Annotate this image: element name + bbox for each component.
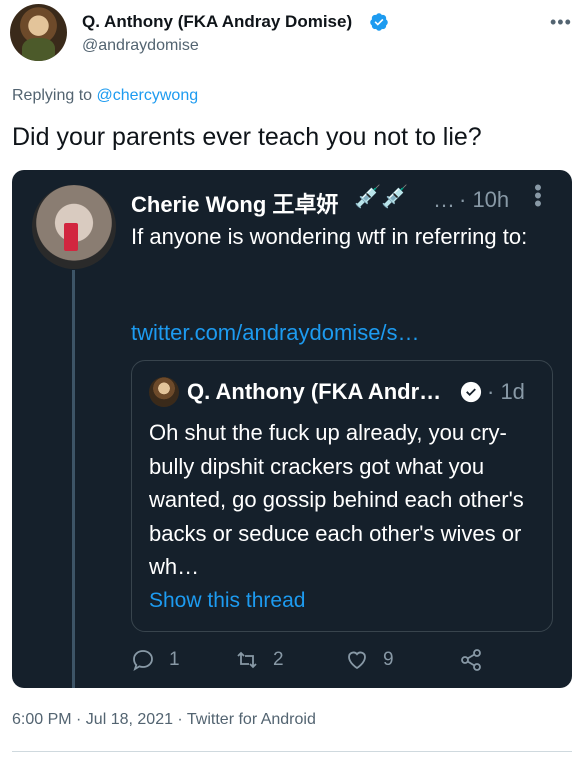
screenshot-author-name: Cherie Wong 王卓妍 (131, 192, 339, 217)
screenshot-more-icon: • • • (534, 175, 542, 216)
quoted-tweet: Q. Anthony (FKA Andr… · 1d Oh shut the f… (131, 360, 553, 632)
more-options-icon[interactable]: ••• (550, 12, 572, 33)
screenshot-timestamp: · 10h (459, 187, 510, 212)
screenshot-like: 9 (345, 648, 394, 672)
share-icon (461, 649, 481, 671)
reply-icon (133, 650, 153, 671)
quoted-verified-badge-icon (460, 381, 482, 403)
author-handle[interactable]: @andraydomise (82, 37, 199, 55)
replying-mention-link[interactable]: @chercywong (97, 87, 199, 104)
quoted-avatar (149, 377, 179, 407)
screenshot-link: twitter.com/andraydomise/s… (131, 320, 420, 345)
author-avatar[interactable] (10, 4, 67, 61)
thread-line (72, 270, 75, 688)
tweet-meta[interactable]: 6:00 PM · Jul 18, 2021 · Twitter for And… (12, 711, 316, 729)
reply-count: 1 (169, 649, 180, 670)
retweet-icon (237, 651, 257, 669)
heart-icon (348, 651, 366, 670)
quoted-text: Oh shut the fuck up already, you cry-bul… (149, 420, 524, 579)
screenshot-avatar (32, 185, 116, 269)
screenshot-image[interactable]: Cherie Wong 王卓妍 💉💉 … · 10h • • • If anyone… (12, 170, 572, 688)
quoted-author-name: Q. Anthony (FKA Andr… (187, 379, 442, 404)
author-name[interactable]: Q. Anthony (FKA Andray Domise) (82, 12, 352, 32)
screenshot-ellipsis: … (433, 187, 455, 212)
screenshot-actions: 1 2 9 (131, 648, 551, 678)
screenshot-share (459, 648, 483, 672)
screenshot-retweet: 2 (235, 648, 284, 672)
show-thread-link: Show this thread (149, 589, 306, 612)
syringe-emoji: 💉💉 (354, 184, 409, 209)
tweet-text: Did your parents ever teach you not to l… (12, 123, 482, 151)
replying-prefix: Replying to (12, 87, 93, 104)
like-count: 9 (383, 649, 394, 670)
divider (12, 751, 572, 752)
retweet-count: 2 (273, 649, 284, 670)
replying-to: Replying to @chercywong (12, 87, 198, 105)
quoted-timestamp: · 1d (487, 379, 525, 404)
screenshot-reply: 1 (131, 648, 180, 672)
verified-badge-icon (370, 13, 388, 31)
screenshot-tweet-text: If anyone is wondering wtf in referring … (131, 224, 528, 249)
